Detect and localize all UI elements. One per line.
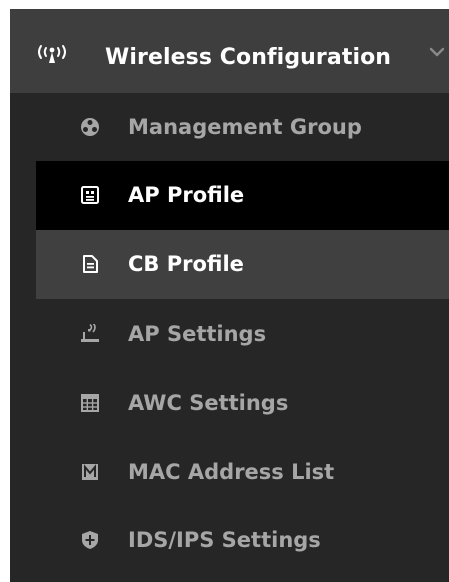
chevron-down-icon[interactable] bbox=[428, 43, 446, 61]
menu-item-ap-profile[interactable]: AP Profile bbox=[36, 161, 449, 230]
menu-item-label: Management Group bbox=[128, 115, 362, 139]
menu-header-wireless-configuration[interactable]: Wireless Configuration bbox=[10, 9, 449, 93]
profile-icon bbox=[81, 186, 99, 204]
menu-item-label: IDS/IPS Settings bbox=[128, 528, 321, 552]
list-icon bbox=[82, 464, 98, 480]
menu-item-awc-settings[interactable]: AWC Settings bbox=[36, 369, 449, 438]
sidebar-menu: Wireless Configuration Management Group … bbox=[0, 0, 449, 582]
menu-item-ids-ips-settings[interactable]: IDS/IPS Settings bbox=[36, 506, 449, 575]
wireless-signal-icon bbox=[38, 45, 66, 63]
menu-item-label: AP Profile bbox=[128, 183, 245, 207]
menu-item-label: AWC Settings bbox=[128, 391, 289, 415]
document-icon bbox=[83, 255, 98, 273]
left-border bbox=[0, 0, 10, 582]
menu-header-label: Wireless Configuration bbox=[105, 45, 392, 70]
menu-item-label: MAC Address List bbox=[128, 460, 335, 484]
menu-item-label: CB Profile bbox=[128, 252, 244, 276]
top-border bbox=[0, 0, 449, 9]
grid-icon bbox=[81, 394, 99, 412]
menu-item-mac-address-list[interactable]: MAC Address List bbox=[36, 438, 449, 507]
menu-item-ap-settings[interactable]: AP Settings bbox=[36, 300, 449, 369]
shield-icon bbox=[82, 531, 98, 549]
access-point-icon bbox=[81, 324, 99, 342]
menu-item-label: AP Settings bbox=[128, 322, 267, 346]
menu-item-management-group[interactable]: Management Group bbox=[36, 93, 449, 162]
menu-item-cb-profile[interactable]: CB Profile bbox=[36, 230, 449, 299]
group-icon bbox=[81, 118, 99, 136]
